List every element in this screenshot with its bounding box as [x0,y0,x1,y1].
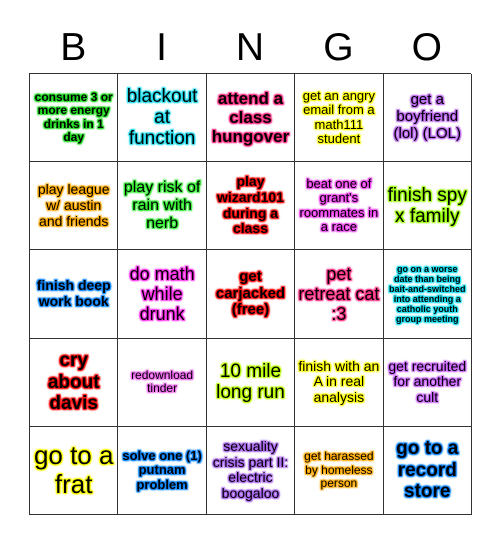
bingo-cell[interactable]: 10 mile long run [206,338,296,427]
cell-text: go to a frat [33,440,114,500]
bingo-cell[interactable]: cry about davis [30,338,119,427]
bingo-cell[interactable]: finish with an A in real analysis [295,338,384,427]
cell-text: attend a class hungover [211,89,290,147]
cell-text: go on a worse date than being bait-and-s… [389,263,466,325]
bingo-cell[interactable]: get carjacked (free) [206,250,296,339]
bingo-cell[interactable]: get a boyfriend (lol) (LOL) [383,74,472,163]
bingo-header: B I N G O [29,0,471,73]
bingo-cell[interactable]: beat one of grant's roommates in a race [295,162,384,251]
cell-text: 10 mile long run [216,360,285,404]
cell-text: play league w/ austin and friends [37,181,110,229]
bingo-grid: consume 3 or more energy drinks in 1 day… [29,73,472,515]
bingo-cell[interactable]: finish spy x family [383,162,472,251]
bingo-cell[interactable]: play wizard101 during a class [206,162,296,251]
cell-text: sexuality crisis part II: electric booga… [212,438,289,502]
bingo-cell[interactable]: pet retreat cat :3 [295,250,384,339]
header-letter-o: O [411,26,442,69]
cell-text: redownload tinder [131,367,194,396]
cell-text: get carjacked (free) [215,267,286,319]
header-letter-n: N [235,26,265,69]
bingo-cell[interactable]: sexuality crisis part II: electric booga… [206,426,296,515]
cell-text: blackout at function [126,85,198,150]
bingo-cell[interactable]: get recruited for another cult [383,338,472,427]
cell-text: go to a record store [396,438,459,502]
cell-text: get harassed by homeless person [304,449,374,491]
cell-text: finish deep work book [36,277,111,309]
cell-text: play risk of rain with nerb [123,178,201,232]
cell-text: pet retreat cat :3 [298,263,380,325]
header-letter-b: B [60,26,87,69]
bingo-cell[interactable]: attend a class hungover [206,74,296,163]
cell-text: get an angry email from a math111 studen… [302,87,375,147]
cell-text: do math while drunk [129,263,195,325]
bingo-cell[interactable]: do math while drunk [118,250,207,339]
cell-text: cry about davis [47,350,100,414]
bingo-cell[interactable]: go to a frat [30,426,119,515]
cell-text: get recruited for another cult [388,357,467,405]
bingo-cell[interactable]: play risk of rain with nerb [118,162,207,251]
bingo-cell[interactable]: get an angry email from a math111 studen… [295,74,384,163]
cell-text: finish spy x family [387,184,467,227]
cell-text: get a boyfriend (lol) (LOL) [393,91,462,142]
bingo-cell[interactable]: solve one (1) putnam problem [118,426,207,515]
cell-text: finish with an A in real analysis [298,357,380,405]
bingo-cell[interactable]: go on a worse date than being bait-and-s… [383,250,472,339]
header-letter-i: I [156,26,167,69]
cell-text: solve one (1) putnam problem [122,447,202,492]
bingo-cell[interactable]: blackout at function [118,74,207,163]
bingo-cell[interactable]: redownload tinder [118,338,207,427]
bingo-cell[interactable]: consume 3 or more energy drinks in 1 day [30,74,119,163]
bingo-cell[interactable]: play league w/ austin and friends [30,162,119,251]
cell-text: consume 3 or more energy drinks in 1 day [34,89,113,145]
bingo-cell[interactable]: finish deep work book [30,250,119,339]
bingo-cell[interactable]: go to a record store [383,426,472,515]
header-letter-g: G [323,26,354,69]
bingo-cell[interactable]: get harassed by homeless person [295,426,384,515]
cell-text: beat one of grant's roommates in a race [299,175,379,235]
bingo-card: B I N G O consume 3 or more energy drink… [29,0,472,515]
cell-text: play wizard101 during a class [217,173,284,237]
